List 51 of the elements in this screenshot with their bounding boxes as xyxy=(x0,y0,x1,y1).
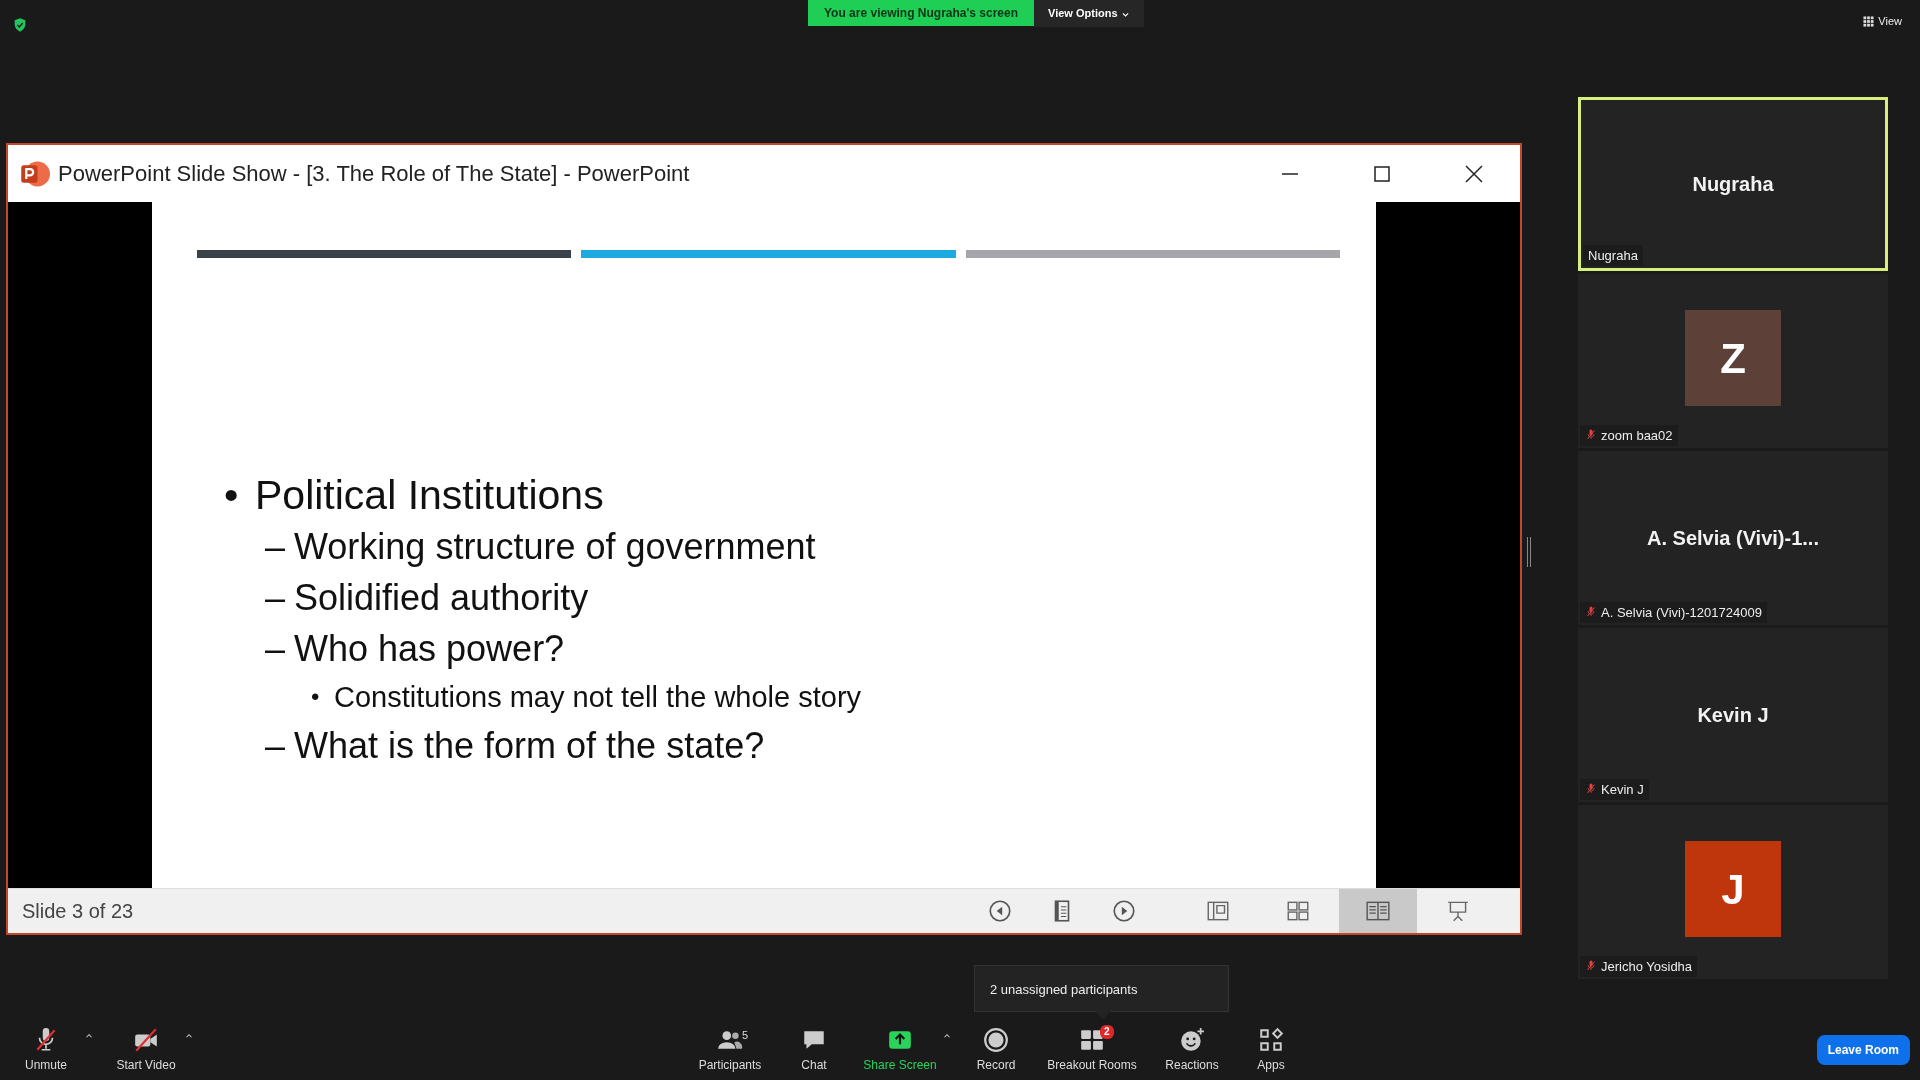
tooltip-text: 2 unassigned participants xyxy=(990,982,1138,997)
bullet-text: Political Institutions xyxy=(255,471,604,520)
bullet-marker: – xyxy=(265,627,287,671)
smiley-plus-icon xyxy=(1179,1026,1205,1053)
bullet-text: Constitutions may not tell the whole story xyxy=(334,680,862,715)
reading-view-button[interactable] xyxy=(1339,889,1417,933)
bullet-text: Working structure of government xyxy=(294,525,816,569)
reactions-button[interactable]: Reactions xyxy=(1153,1026,1231,1074)
participant-name: Kevin J xyxy=(1697,703,1769,728)
participant-name: A. Selvia (Vivi)-1... xyxy=(1647,526,1819,551)
label-text: A. Selvia (Vivi)-1201724009 xyxy=(1601,603,1762,622)
viewing-banner: You are viewing Nugraha's screen xyxy=(808,0,1035,26)
record-button[interactable]: Record xyxy=(961,1026,1031,1074)
label-text: Jericho Yosidha xyxy=(1601,957,1693,976)
next-icon xyxy=(1111,898,1137,924)
notification-badge: 2 xyxy=(1100,1024,1114,1039)
minimize-icon xyxy=(1281,172,1299,175)
apps-icon xyxy=(1258,1026,1284,1053)
bullet-marker: – xyxy=(265,576,287,620)
window-title: PowerPoint Slide Show - [3. The Role of The State] - PowerPoint xyxy=(58,160,690,188)
bullet-marker: • xyxy=(223,471,240,520)
shield-icon xyxy=(12,16,28,33)
grid-icon xyxy=(1863,15,1875,27)
bullet-text: Who has power? xyxy=(294,627,565,671)
leave-button[interactable]: Leave Room xyxy=(1816,1035,1910,1065)
bullet-marker: • xyxy=(311,682,321,712)
participant-count: 5 xyxy=(742,1027,749,1043)
share-button[interactable]: Share Screen xyxy=(858,1026,942,1074)
avatar: Z xyxy=(1685,310,1781,406)
view-options-button[interactable]: View Options xyxy=(1034,0,1144,27)
participant-name: Nugraha xyxy=(1692,172,1774,197)
video-off-button[interactable]: Start Video xyxy=(108,1026,184,1074)
breakout-button[interactable]: 2 Breakout Rooms xyxy=(1040,1026,1144,1074)
name-label: Nugraha xyxy=(1583,244,1643,266)
bullet-text: Solidified authority xyxy=(294,576,589,620)
participants-button[interactable]: 5 Participants xyxy=(690,1026,770,1074)
bullet-marker: – xyxy=(265,724,287,768)
record-icon xyxy=(983,1026,1009,1053)
bullet-text: What is the form of the state? xyxy=(294,724,765,768)
video-off-icon xyxy=(133,1026,159,1053)
label-text: Kevin J xyxy=(1601,780,1644,799)
slide-counter: Slide 3 of 23 xyxy=(22,899,134,924)
chat-button[interactable]: Chat xyxy=(779,1026,849,1074)
view-button[interactable]: View xyxy=(1857,12,1908,31)
mic-off-button[interactable]: Unmute xyxy=(8,1026,84,1074)
label-text: zoom baa02 xyxy=(1601,426,1673,445)
avatar: J xyxy=(1685,841,1781,937)
resize-handle[interactable] xyxy=(1527,537,1531,567)
previous-icon xyxy=(987,898,1013,924)
bullet-marker: – xyxy=(265,525,287,569)
apps-button[interactable]: Apps xyxy=(1240,1026,1302,1074)
